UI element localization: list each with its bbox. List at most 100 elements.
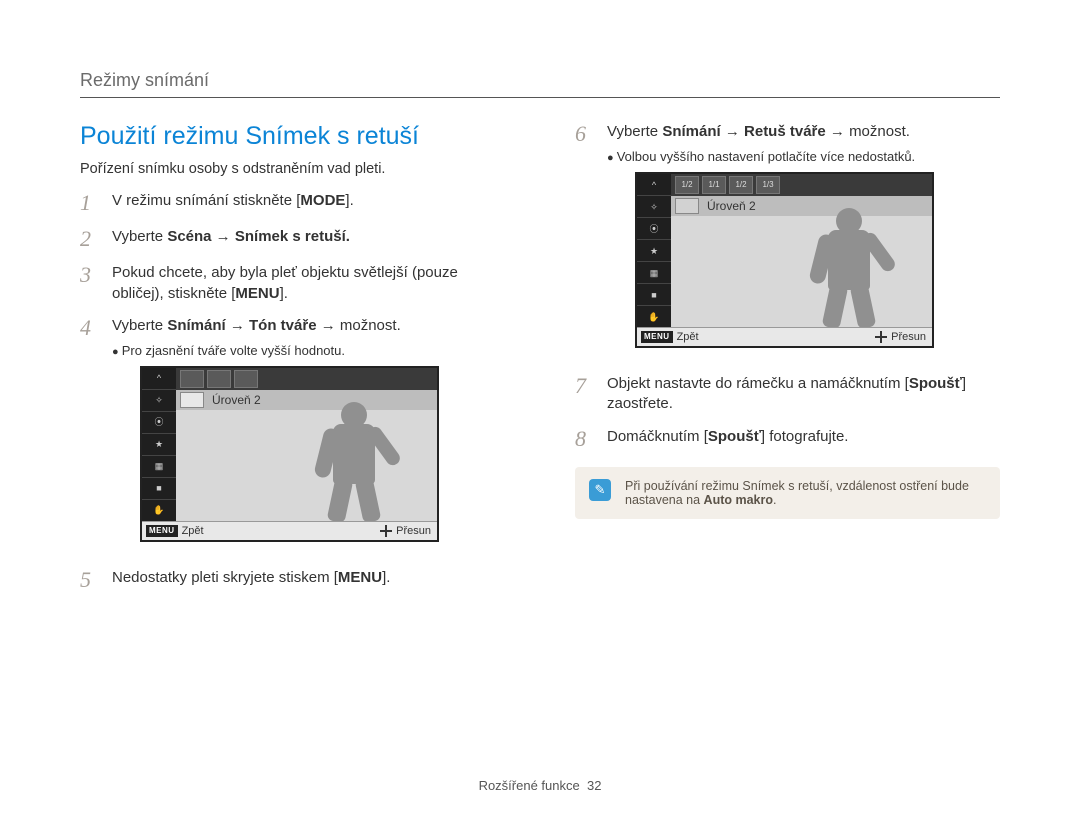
step-text: možnost. (340, 317, 401, 334)
bold-text: Retuš tváře (744, 123, 826, 140)
step-number: 5 (80, 568, 98, 592)
top-icon (180, 370, 204, 388)
note-text-bold: Auto makro (704, 493, 773, 507)
section-title: Použití režimu Snímek s retuší (80, 122, 505, 151)
camera-screen-retouch: ^ ✧ ⦿ ★ ▦ ■ ✋ 1/2 1/1 1/2 (635, 172, 934, 348)
side-icon: ■ (142, 478, 176, 500)
side-icon: ★ (637, 240, 671, 262)
side-icon: ■ (637, 284, 671, 306)
side-icon: ★ (142, 434, 176, 456)
step-text: V režimu snímání stiskněte [ (112, 192, 300, 209)
step-6: 6 Vyberte Snímání → Retuš tváře → možnos… (575, 122, 1000, 362)
note-box: ✎ Při používání režimu Snímek s retuší, … (575, 467, 1000, 519)
menu-icon: MENU (641, 331, 673, 344)
side-icon: ^ (637, 174, 671, 196)
section-intro: Pořízení snímku osoby s odstraněním vad … (80, 161, 505, 177)
step-1: 1 V režimu snímání stiskněte [MODE]. (80, 191, 505, 215)
camera-screen-tone: ^ ✧ ⦿ ★ ▦ ■ ✋ (140, 366, 439, 542)
person-silhouette (309, 402, 399, 522)
top-icon: 1/3 (756, 176, 780, 194)
step-5: 5 Nedostatky pleti skryjete stiskem [MEN… (80, 568, 505, 592)
note-text-post: . (773, 493, 776, 507)
side-icon: ^ (142, 368, 176, 390)
dpad-icon (380, 525, 392, 537)
footer-section: Rozšířené funkce (479, 778, 580, 793)
camera-top-strip (176, 368, 437, 390)
arrow: → (317, 317, 340, 334)
step-text: možnost. (849, 123, 910, 140)
person-silhouette (804, 208, 894, 328)
arrow: → (721, 123, 744, 140)
camera-bottom-bar: MENU Zpět Přesun (142, 521, 437, 540)
menu-icon: MENU (146, 525, 178, 538)
note-text-pre: Při používání režimu Snímek s retuší, vz… (625, 479, 969, 507)
arrow: → (212, 228, 235, 245)
menu-button-label: MENU (338, 569, 382, 586)
step-number: 1 (80, 191, 98, 215)
mode-button-label: MODE (300, 192, 345, 209)
step-number: 7 (575, 374, 593, 415)
camera-top-strip: 1/2 1/1 1/2 1/3 (671, 174, 932, 196)
arrow: → (826, 123, 849, 140)
step-4: 4 Vyberte Snímání → Tón tváře → možnost.… (80, 316, 505, 556)
move-label: Přesun (396, 524, 431, 539)
arrow: → (226, 317, 249, 334)
step-3: 3 Pokud chcete, aby byla pleť objektu sv… (80, 263, 505, 304)
camera-side-icons: ^ ✧ ⦿ ★ ▦ ■ ✋ (637, 174, 671, 346)
step-text: ]. (280, 285, 288, 302)
side-icon: ⦿ (142, 412, 176, 434)
step-4-bullet: Pro zjasnění tváře volte vyšší hodnotu. (112, 342, 505, 360)
side-icon: ✧ (637, 196, 671, 218)
footer-page: 32 (587, 778, 601, 793)
bold-text: Scéna (167, 228, 211, 245)
step-number: 8 (575, 427, 593, 451)
menu-button-label: MENU (235, 285, 279, 302)
top-icon: 1/1 (702, 176, 726, 194)
tone-swatch (675, 198, 699, 214)
level-text: Úroveň 2 (212, 392, 261, 408)
step-text: Nedostatky pleti skryjete stiskem [ (112, 569, 338, 586)
back-label: Zpět (677, 330, 699, 345)
step-6-bullet: Volbou vyššího nastavení potlačíte více … (607, 148, 1000, 166)
side-icon: ✋ (142, 500, 176, 522)
side-icon: ✧ (142, 390, 176, 412)
step-7: 7 Objekt nastavte do rámečku a namáčknut… (575, 374, 1000, 415)
step-text: ]. (382, 569, 390, 586)
header-divider (80, 97, 1000, 98)
camera-bottom-bar: MENU Zpět Přesun (637, 327, 932, 346)
step-text: Vyberte (112, 317, 167, 334)
step-2: 2 Vyberte Scéna → Snímek s retuší. (80, 227, 505, 251)
header-topic: Režimy snímání (80, 70, 1000, 91)
top-icon: 1/2 (675, 176, 699, 194)
side-icon: ⦿ (637, 218, 671, 240)
bold-text: Snímání (662, 123, 720, 140)
side-icon: ▦ (142, 456, 176, 478)
step-text: Vyberte (112, 228, 167, 245)
top-icon (234, 370, 258, 388)
side-icon: ▦ (637, 262, 671, 284)
step-8: 8 Domáčknutím [Spoušť] fotografujte. (575, 427, 1000, 451)
camera-side-icons: ^ ✧ ⦿ ★ ▦ ■ ✋ (142, 368, 176, 540)
top-icon: 1/2 (729, 176, 753, 194)
step-number: 3 (80, 263, 98, 304)
step-text: Objekt nastavte do rámečku a namáčknutím… (607, 375, 909, 392)
note-icon: ✎ (589, 479, 611, 501)
note-text: Při používání režimu Snímek s retuší, vz… (625, 479, 986, 507)
step-text: ]. (345, 192, 353, 209)
step-text: Vyberte (607, 123, 662, 140)
bold-text: Snímek s retuší (235, 228, 346, 245)
level-text: Úroveň 2 (707, 198, 756, 214)
tone-swatch (180, 392, 204, 408)
step-number: 4 (80, 316, 98, 556)
right-column: 6 Vyberte Snímání → Retuš tváře → možnos… (575, 122, 1000, 604)
step-text: ] fotografujte. (761, 428, 849, 445)
dpad-icon (875, 331, 887, 343)
top-icon (207, 370, 231, 388)
bold-text: Snímání (167, 317, 225, 334)
step-text: . (346, 228, 350, 245)
left-column: Použití režimu Snímek s retuší Pořízení … (80, 122, 505, 604)
move-label: Přesun (891, 330, 926, 345)
shutter-label: Spoušť (909, 375, 962, 392)
side-icon: ✋ (637, 306, 671, 328)
bold-text: Tón tváře (249, 317, 317, 334)
